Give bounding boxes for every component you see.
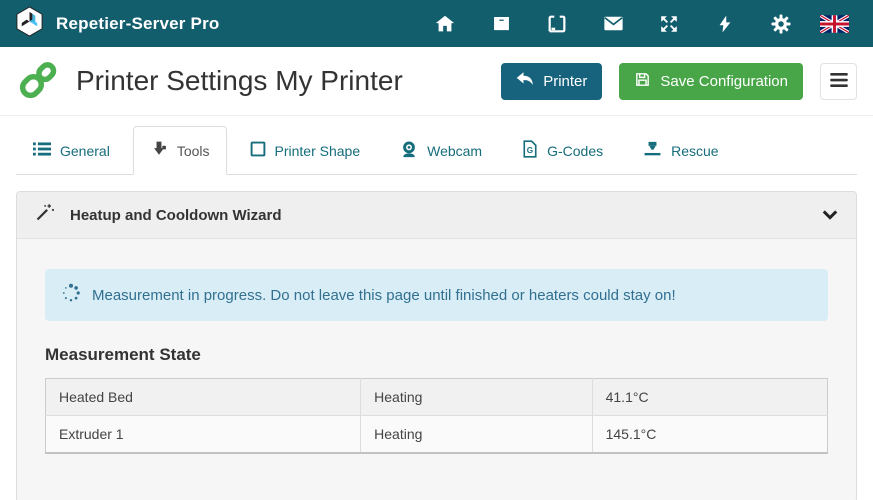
heater-name-cell: Extruder 1 xyxy=(46,416,361,454)
measurement-progress-alert: Measurement in progress. Do not leave th… xyxy=(45,269,828,321)
spinner-icon xyxy=(61,283,81,307)
heater-name-cell: Heated Bed xyxy=(46,379,361,416)
tab-general[interactable]: General xyxy=(16,126,127,175)
magic-wand-icon xyxy=(35,203,54,227)
brand[interactable]: Repetier-Server Pro xyxy=(14,6,219,42)
language-flag-uk-icon[interactable] xyxy=(809,15,859,33)
bolt-icon[interactable] xyxy=(697,13,753,35)
tab-printer-shape[interactable]: Printer Shape xyxy=(233,126,378,175)
measurement-state-heading: Measurement State xyxy=(45,345,828,365)
webcam-icon xyxy=(400,140,418,161)
tab-label: G-Codes xyxy=(547,143,603,159)
navbar-icons xyxy=(417,12,859,35)
link-icon xyxy=(16,56,62,107)
menu-button[interactable] xyxy=(820,63,857,100)
heater-state-cell: Heating xyxy=(361,379,592,416)
tab-label: Webcam xyxy=(427,143,482,159)
tab-label: Printer Shape xyxy=(275,143,361,159)
touchscreen-icon[interactable] xyxy=(529,13,585,35)
wizard-panel-body: Measurement in progress. Do not leave th… xyxy=(17,239,856,500)
panel-title: Heatup and Cooldown Wizard xyxy=(70,207,282,224)
chevron-down-icon xyxy=(822,209,838,221)
printer-button-label: Printer xyxy=(543,73,587,90)
expand-icon[interactable] xyxy=(641,13,697,35)
save-configuration-button[interactable]: Save Configuration xyxy=(619,63,803,100)
tab-label: Tools xyxy=(177,143,210,159)
list-icon xyxy=(33,141,51,160)
heater-state-cell: Heating xyxy=(361,416,592,454)
save-button-label: Save Configuration xyxy=(660,73,788,90)
header-actions: Printer Save Configuration xyxy=(501,63,857,100)
printer-box-icon[interactable] xyxy=(473,13,529,34)
page-header: Printer Settings My Printer Printer Save… xyxy=(0,47,873,116)
tab-label: General xyxy=(60,143,110,159)
tab-gcodes[interactable]: G G-Codes xyxy=(505,126,620,175)
svg-text:G: G xyxy=(527,146,533,155)
tab-label: Rescue xyxy=(671,143,718,159)
wizard-panel: Heatup and Cooldown Wizard xyxy=(16,191,857,500)
square-icon xyxy=(250,141,266,160)
tab-webcam[interactable]: Webcam xyxy=(383,126,499,175)
mail-icon[interactable] xyxy=(585,12,641,35)
printer-button[interactable]: Printer xyxy=(501,63,602,100)
heater-temp-cell: 145.1°C xyxy=(592,416,827,454)
page-title: Printer Settings My Printer xyxy=(76,65,403,97)
hamburger-icon xyxy=(830,73,848,90)
repetier-logo-icon xyxy=(14,6,45,42)
measurement-state-table: Heated Bed Heating 41.1°C Extruder 1 Hea… xyxy=(45,378,828,454)
save-icon xyxy=(634,71,651,92)
app-title: Repetier-Server Pro xyxy=(56,14,219,34)
gcode-file-icon: G xyxy=(522,140,538,161)
home-icon[interactable] xyxy=(417,13,473,35)
gear-icon[interactable] xyxy=(753,13,809,35)
extruder-icon xyxy=(150,140,168,161)
top-navbar: Repetier-Server Pro xyxy=(0,0,873,47)
alert-text: Measurement in progress. Do not leave th… xyxy=(92,287,676,304)
tab-rescue[interactable]: Rescue xyxy=(626,126,735,175)
rescue-icon xyxy=(643,140,662,161)
tabs-bar: General Tools Printer Shape xyxy=(0,116,873,175)
table-row: Extruder 1 Heating 145.1°C xyxy=(46,416,828,454)
back-arrow-icon xyxy=(516,71,534,91)
wizard-panel-header[interactable]: Heatup and Cooldown Wizard xyxy=(17,192,856,239)
tab-tools[interactable]: Tools xyxy=(133,126,227,175)
content-area: Heatup and Cooldown Wizard xyxy=(0,175,873,500)
heater-temp-cell: 41.1°C xyxy=(592,379,827,416)
table-row: Heated Bed Heating 41.1°C xyxy=(46,379,828,416)
